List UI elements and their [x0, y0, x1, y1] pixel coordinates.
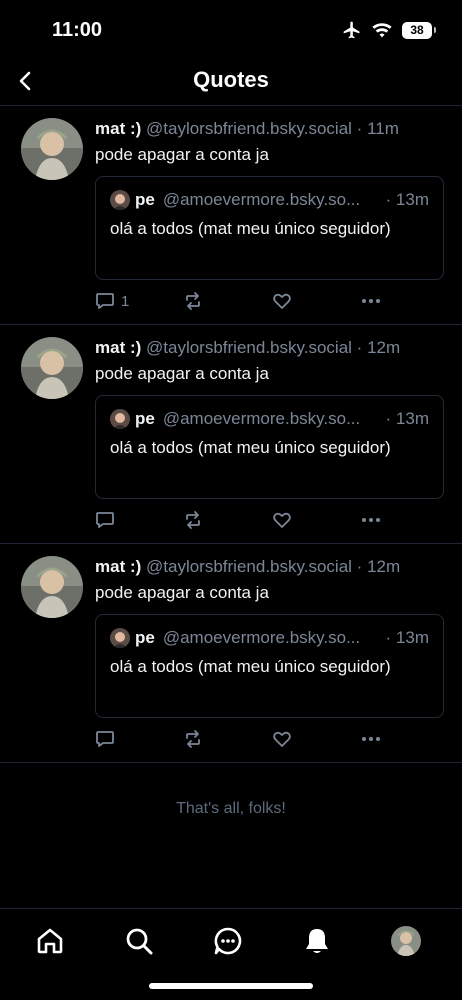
post-actions: 1: [95, 289, 395, 313]
home-icon: [37, 928, 63, 954]
reply-button[interactable]: 1: [95, 289, 129, 313]
quote-card[interactable]: pe @amoevermore.bsky.so... · 13m olá a t…: [95, 176, 444, 280]
post[interactable]: mat :) @taylorsbfriend.bsky.social · 12m…: [0, 325, 462, 544]
author-handle[interactable]: @taylorsbfriend.bsky.social: [146, 557, 352, 576]
meta-separator: ·: [356, 338, 363, 357]
profile-avatar: [391, 926, 421, 956]
reply-count: 1: [121, 292, 130, 310]
quote-author-handle: @amoevermore.bsky.so...: [162, 409, 361, 428]
tab-home[interactable]: [32, 923, 68, 959]
home-indicator: [149, 983, 313, 989]
author-name[interactable]: mat :): [95, 338, 141, 357]
quote-author-avatar: [110, 409, 130, 429]
heart-icon: [273, 512, 291, 528]
quote-time: · 13m: [385, 628, 429, 647]
meta-separator: ·: [356, 557, 363, 576]
meta-separator: ·: [356, 119, 363, 138]
reply-button[interactable]: [95, 508, 121, 532]
more-icon: [362, 737, 380, 741]
post-meta: mat :) @taylorsbfriend.bsky.social · 11m: [95, 118, 444, 140]
heart-icon: [273, 293, 291, 309]
reply-icon: [96, 293, 114, 309]
quote-author-handle: @amoevermore.bsky.so...: [162, 628, 361, 647]
like-button[interactable]: [272, 508, 292, 532]
tab-profile[interactable]: [388, 923, 424, 959]
reply-icon: [96, 512, 114, 528]
post[interactable]: mat :) @taylorsbfriend.bsky.social · 11m…: [0, 106, 462, 325]
post-meta: mat :) @taylorsbfriend.bsky.social · 12m: [95, 337, 444, 359]
repost-button[interactable]: [183, 508, 203, 532]
tab-notifications[interactable]: [299, 923, 335, 959]
author-handle[interactable]: @taylorsbfriend.bsky.social: [146, 119, 352, 138]
post-text: pode apagar a conta ja: [95, 583, 269, 602]
post-body: mat :) @taylorsbfriend.bsky.social · 12m…: [95, 337, 444, 499]
more-icon: [362, 518, 380, 522]
post-time: 12m: [367, 338, 401, 357]
quote-card[interactable]: pe @amoevermore.bsky.so... · 13m olá a t…: [95, 614, 444, 718]
post-body: mat :) @taylorsbfriend.bsky.social · 12m…: [95, 556, 444, 718]
posts-list: mat :) @taylorsbfriend.bsky.social · 11m…: [0, 106, 462, 763]
quote-meta: pe @amoevermore.bsky.so... · 13m: [110, 408, 429, 430]
wifi-icon: [372, 23, 392, 38]
status-time: 11:00: [52, 19, 103, 41]
post[interactable]: mat :) @taylorsbfriend.bsky.social · 12m…: [0, 544, 462, 763]
quote-meta: pe @amoevermore.bsky.so... · 13m: [110, 627, 429, 649]
repost-icon: [186, 292, 200, 310]
more-options-button[interactable]: [360, 508, 382, 532]
end-of-feed-text: That's all, folks!: [176, 800, 286, 817]
post-text: pode apagar a conta ja: [95, 145, 269, 164]
quote-meta: pe @amoevermore.bsky.so... · 13m: [110, 189, 429, 211]
quote-author-name: pe: [135, 409, 155, 428]
reply-button[interactable]: [95, 727, 121, 751]
status-bar: 11:00 38: [0, 0, 462, 60]
author-name[interactable]: mat :): [95, 119, 141, 138]
author-avatar[interactable]: [21, 337, 83, 399]
quote-text: olá a todos (mat meu único seguidor): [110, 438, 391, 457]
battery-indicator: 38: [402, 21, 436, 39]
more-icon: [362, 299, 380, 303]
quote-author-avatar: [110, 190, 130, 210]
repost-button[interactable]: [183, 727, 203, 751]
header: Quotes: [0, 56, 462, 106]
post-actions: [95, 727, 395, 751]
quotes-feed: mat :) @taylorsbfriend.bsky.social · 11m…: [0, 106, 462, 763]
more-options-button[interactable]: [360, 289, 382, 313]
notifications-icon: [306, 929, 328, 953]
search-icon: [126, 928, 153, 955]
quote-time: · 13m: [385, 409, 429, 428]
post-actions: [95, 508, 395, 532]
author-name[interactable]: mat :): [95, 557, 141, 576]
quote-text: olá a todos (mat meu único seguidor): [110, 657, 391, 676]
quote-author-name: pe: [135, 190, 155, 209]
chat-icon: [214, 927, 242, 955]
post-body: mat :) @taylorsbfriend.bsky.social · 11m…: [95, 118, 444, 280]
author-handle[interactable]: @taylorsbfriend.bsky.social: [146, 338, 352, 357]
author-avatar[interactable]: [21, 118, 83, 180]
quote-author-handle: @amoevermore.bsky.so...: [162, 190, 361, 209]
tab-search[interactable]: [121, 923, 157, 959]
repost-icon: [186, 511, 200, 529]
quote-author-avatar: [110, 628, 130, 648]
quote-text: olá a todos (mat meu único seguidor): [110, 219, 391, 238]
post-text: pode apagar a conta ja: [95, 364, 269, 383]
more-options-button[interactable]: [360, 727, 382, 751]
repost-button[interactable]: [183, 289, 203, 313]
airplane-icon: [343, 21, 360, 39]
post-time: 12m: [367, 557, 401, 576]
reply-icon: [96, 731, 114, 747]
status-icons: 38: [342, 20, 436, 40]
quote-card[interactable]: pe @amoevermore.bsky.so... · 13m olá a t…: [95, 395, 444, 499]
like-button[interactable]: [272, 727, 292, 751]
like-button[interactable]: [272, 289, 292, 313]
post-time: 11m: [367, 119, 399, 138]
author-avatar[interactable]: [21, 556, 83, 618]
quote-time: · 13m: [385, 190, 429, 209]
tab-chat[interactable]: [210, 923, 246, 959]
repost-icon: [186, 730, 200, 748]
post-meta: mat :) @taylorsbfriend.bsky.social · 12m: [95, 556, 444, 578]
page-title: Quotes: [193, 67, 269, 92]
quote-author-name: pe: [135, 628, 155, 647]
heart-icon: [273, 731, 291, 747]
